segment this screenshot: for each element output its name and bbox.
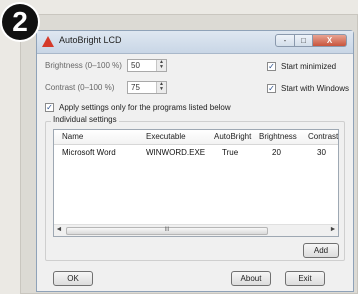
title-bar[interactable]: AutoBright LCD - □ X [37, 31, 353, 54]
column-header[interactable]: AutoBright [214, 132, 251, 141]
column-header[interactable]: Brightness [259, 132, 297, 141]
exit-button[interactable]: Exit [285, 271, 325, 286]
ok-button[interactable]: OK [53, 271, 93, 286]
maximize-button[interactable]: □ [295, 34, 313, 47]
contrast-value: 75 [131, 83, 140, 92]
contrast-label: Contrast (0–100 %) [45, 83, 115, 92]
app-icon [42, 36, 54, 47]
column-header[interactable]: Name [62, 132, 83, 141]
brightness-label: Brightness (0–100 %) [45, 61, 122, 70]
cell-brightness: 20 [272, 148, 281, 157]
contrast-stepper[interactable]: 75 ▲ ▼ [127, 81, 167, 94]
start-with-windows-checkbox[interactable]: ✓ [267, 84, 276, 93]
brightness-stepper-arrows[interactable]: ▲ ▼ [156, 60, 166, 71]
start-with-windows-label: Start with Windows [281, 84, 350, 93]
cell-contrast: 30 [317, 148, 326, 157]
brightness-value: 50 [131, 61, 140, 70]
apply-only-label: Apply settings only for the programs lis… [59, 103, 231, 112]
column-header[interactable]: Contrast [308, 132, 338, 141]
cell-executable: WINWORD.EXE [146, 148, 206, 157]
app-window: AutoBright LCD - □ X Brightness (0–100 %… [36, 30, 354, 292]
cell-name: Microsoft Word [62, 148, 116, 157]
start-minimized-checkbox[interactable]: ✓ [267, 62, 276, 71]
column-header[interactable]: Executable [146, 132, 186, 141]
close-button[interactable]: X [313, 34, 347, 47]
add-button[interactable]: Add [303, 243, 339, 258]
start-minimized-label: Start minimized [281, 62, 337, 71]
scroll-left-icon[interactable]: ◄ [54, 226, 64, 233]
programs-list[interactable]: Name Executable AutoBright Brightness Co… [53, 129, 339, 237]
window-title: AutoBright LCD [59, 35, 122, 45]
apply-only-checkbox[interactable]: ✓ [45, 103, 54, 112]
minimize-button[interactable]: - [275, 34, 295, 47]
scroll-thumb[interactable]: III [66, 227, 268, 235]
list-header: Name Executable AutoBright Brightness Co… [54, 130, 338, 145]
cell-autobright: True [222, 148, 239, 157]
brightness-stepper[interactable]: 50 ▲ ▼ [127, 59, 167, 72]
step-number-badge: 2 [2, 4, 38, 40]
scroll-right-icon[interactable]: ► [328, 226, 338, 233]
spin-down-icon[interactable]: ▼ [157, 87, 166, 92]
window-controls: - □ X [275, 34, 347, 49]
contrast-stepper-arrows[interactable]: ▲ ▼ [156, 82, 166, 93]
spin-down-icon[interactable]: ▼ [157, 65, 166, 70]
horizontal-scrollbar[interactable]: ◄ III ► [54, 224, 338, 236]
individual-settings-title: Individual settings [51, 115, 119, 124]
about-button[interactable]: About [231, 271, 271, 286]
